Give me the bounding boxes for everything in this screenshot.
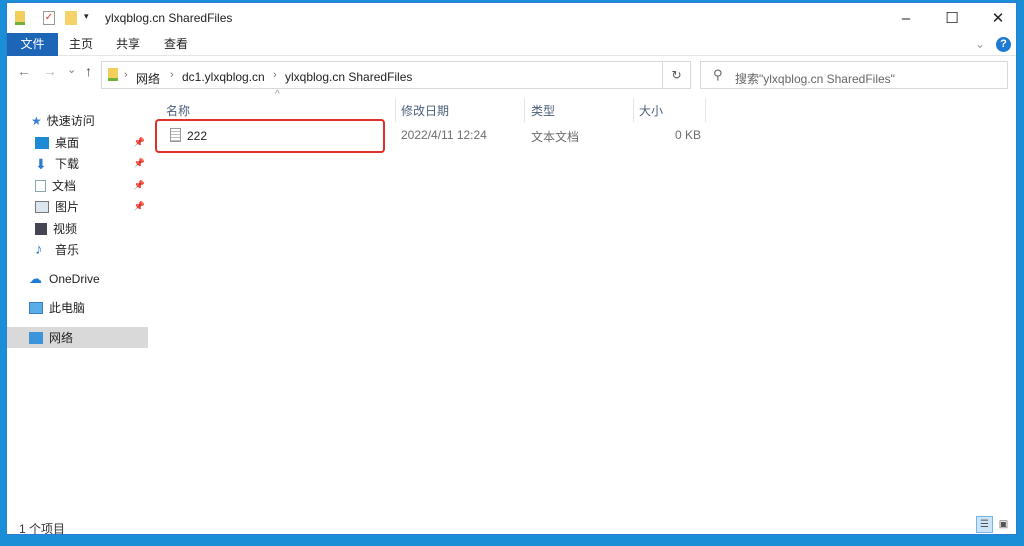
tab-view[interactable]: 查看: [158, 33, 194, 56]
video-icon: [35, 222, 47, 235]
sidebar-item-quick-access[interactable]: ★ 快速访问: [7, 110, 148, 131]
close-button[interactable]: ✕: [975, 3, 1021, 33]
pin-icon[interactable]: 📌: [134, 180, 145, 191]
sidebar-item-documents[interactable]: 文档 📌: [7, 175, 148, 196]
column-divider[interactable]: [633, 98, 634, 122]
sidebar-item-videos[interactable]: 视频: [7, 218, 148, 239]
ribbon-tabs: 文件 主页 共享 查看 ⌄ ?: [7, 33, 1016, 56]
help-icon[interactable]: ?: [996, 37, 1011, 52]
search-icon: ⚲: [713, 67, 723, 82]
tab-share[interactable]: 共享: [110, 33, 146, 56]
sidebar-item-label: 下载: [55, 157, 80, 171]
explorer-window: ✓ ▾ ylxqblog.cn SharedFiles – ☐ ✕ 文件 主页 …: [6, 2, 1017, 536]
back-button[interactable]: ←: [17, 63, 31, 79]
network-folder-icon: [108, 68, 118, 81]
forward-button[interactable]: →: [43, 63, 57, 79]
tab-home[interactable]: 主页: [63, 33, 99, 56]
details-view-button[interactable]: ☰: [976, 516, 993, 533]
minimize-button[interactable]: –: [883, 3, 929, 33]
sidebar-item-downloads[interactable]: ⬇ 下载 📌: [7, 153, 148, 174]
address-bar[interactable]: › 网络 › dc1.ylxqblog.cn › ylxqblog.cn Sha…: [101, 61, 663, 89]
breadcrumb-host[interactable]: dc1.ylxqblog.cn: [182, 70, 265, 84]
chevron-right-icon: ›: [124, 69, 128, 81]
music-icon: ♪: [35, 240, 43, 258]
document-icon: [35, 179, 46, 192]
sidebar-item-label: 文档: [52, 179, 77, 193]
sidebar-item-label: 音乐: [55, 243, 80, 257]
column-divider[interactable]: [524, 98, 525, 122]
expand-ribbon-icon[interactable]: ⌄: [975, 37, 985, 51]
chevron-right-icon: ›: [170, 69, 174, 81]
large-icons-view-button[interactable]: ▣: [996, 517, 1011, 532]
title-bar: ✓ ▾ ylxqblog.cn SharedFiles – ☐ ✕: [7, 3, 1016, 33]
window-title: ylxqblog.cn SharedFiles: [105, 11, 233, 25]
file-modified: 2022/4/11 12:24: [401, 128, 487, 142]
network-folder-icon: [15, 11, 25, 25]
text-file-icon: [170, 128, 181, 142]
sidebar-item-label: OneDrive: [49, 271, 100, 286]
file-name: 222: [187, 129, 208, 143]
sort-ascending-icon: ^: [275, 89, 280, 100]
desktop-icon: [35, 136, 49, 149]
sidebar-item-desktop[interactable]: 桌面 📌: [7, 132, 148, 153]
column-header-type[interactable]: 类型: [531, 98, 555, 122]
sidebar-item-this-pc[interactable]: 此电脑: [7, 297, 148, 318]
chevron-right-icon: ›: [273, 69, 277, 81]
column-header-size[interactable]: 大小: [639, 98, 663, 122]
customize-toolbar-icon[interactable]: ▾: [84, 11, 89, 22]
sidebar-item-label: 图片: [55, 200, 80, 214]
download-icon: ⬇: [35, 155, 47, 172]
breadcrumb-network[interactable]: 网络: [136, 70, 160, 87]
column-divider[interactable]: [395, 98, 396, 122]
file-type: 文本文档: [531, 130, 580, 144]
maximize-button[interactable]: ☐: [929, 3, 975, 33]
pictures-icon: [35, 200, 49, 213]
navigation-pane: ★ 快速访问 桌面 📌 ⬇ 下载 📌 文档 📌 图片 📌 视频 ♪ 音乐 ☁ OneDrive …: [7, 95, 148, 515]
sidebar-item-pictures[interactable]: 图片 📌: [7, 196, 148, 217]
properties-icon[interactable]: ✓: [43, 11, 55, 25]
sidebar-item-label: 桌面: [55, 136, 80, 150]
computer-icon: [29, 301, 43, 314]
sidebar-item-onedrive[interactable]: ☁ OneDrive: [7, 268, 148, 289]
recent-locations-button[interactable]: ⌄: [67, 63, 76, 76]
sidebar-item-label: 此电脑: [49, 301, 86, 315]
column-divider[interactable]: [705, 98, 706, 122]
pin-icon[interactable]: 📌: [134, 158, 145, 169]
cloud-icon: ☁: [29, 270, 42, 286]
sidebar-item-network[interactable]: 网络: [7, 327, 148, 348]
pin-icon[interactable]: 📌: [134, 201, 145, 212]
tab-file[interactable]: 文件: [7, 33, 58, 56]
star-icon: ★: [31, 113, 42, 128]
network-icon: [29, 331, 43, 344]
column-header-modified[interactable]: 修改日期: [401, 98, 449, 122]
status-item-count: 1 个项目: [19, 522, 66, 536]
sidebar-item-music[interactable]: ♪ 音乐: [7, 239, 148, 260]
breadcrumb-share[interactable]: ylxqblog.cn SharedFiles: [285, 70, 412, 84]
search-input[interactable]: ⚲ 搜索"ylxqblog.cn SharedFiles": [700, 61, 1008, 89]
file-size: 0 KB: [675, 128, 702, 142]
up-button[interactable]: ↑: [85, 63, 92, 79]
sidebar-item-label: 快速访问: [46, 114, 95, 128]
sidebar-item-label: 网络: [49, 331, 74, 345]
sidebar-item-label: 视频: [53, 222, 78, 236]
refresh-button[interactable]: ↻: [663, 61, 691, 89]
pin-icon[interactable]: 📌: [134, 137, 145, 148]
new-folder-icon[interactable]: [65, 11, 77, 25]
search-placeholder: 搜索"ylxqblog.cn SharedFiles": [735, 72, 895, 86]
